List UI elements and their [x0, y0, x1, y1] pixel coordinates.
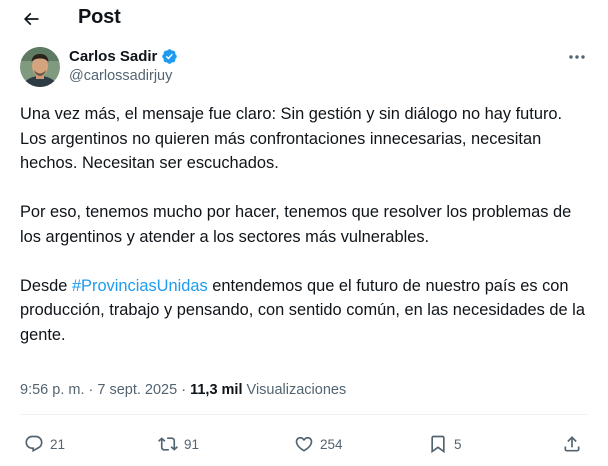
share-icon — [564, 436, 580, 452]
repost-count: 91 — [184, 436, 200, 452]
post-meta: 9:56 p. m. · 7 sept. 2025 · 11,3 mil Vis… — [20, 382, 346, 398]
like-count: 254 — [320, 436, 343, 452]
more-button[interactable] — [563, 46, 591, 68]
back-arrow-icon — [23, 12, 39, 26]
reply-button[interactable]: 21 — [24, 428, 65, 460]
meta-separator: · — [84, 382, 98, 398]
verified-badge-icon — [162, 49, 178, 64]
share-button[interactable] — [562, 428, 582, 460]
meta-separator: · — [177, 382, 191, 398]
tweet-text: Una vez más, el mensaje fue claro: Sin g… — [20, 102, 590, 347]
tweet-paragraph: Por eso, tenemos mucho por hacer, tenemo… — [20, 203, 572, 246]
bookmark-count: 5 — [454, 436, 462, 452]
top-bar: Post — [0, 0, 608, 38]
author-handle[interactable]: @carlossadirjuy — [69, 68, 172, 84]
tweet-text-segment: Desde — [20, 276, 72, 295]
like-button[interactable]: 254 — [294, 428, 343, 460]
like-icon — [295, 436, 313, 452]
reply-count: 21 — [50, 436, 66, 452]
author-name[interactable]: Carlos Sadir — [69, 48, 157, 65]
tweet-paragraph: Desde #ProvinciasUnidas entendemos que e… — [20, 274, 590, 348]
post-date[interactable]: 7 sept. 2025 — [97, 382, 177, 398]
back-button[interactable] — [14, 4, 48, 34]
reply-icon — [25, 435, 43, 453]
more-icon — [569, 55, 585, 59]
tweet-paragraph: Una vez más, el mensaje fue claro: Sin g… — [20, 105, 563, 123]
action-bar: 21 91 254 5 — [0, 428, 608, 460]
bookmark-icon — [431, 435, 445, 454]
post-time[interactable]: 9:56 p. m. — [20, 382, 84, 398]
avatar[interactable] — [20, 47, 60, 87]
author-name-row: Carlos Sadir — [69, 48, 178, 65]
bookmark-button[interactable]: 5 — [428, 428, 462, 460]
repost-button[interactable]: 91 — [158, 428, 199, 460]
hashtag-link[interactable]: #ProvinciasUnidas — [72, 277, 208, 295]
views-label: Visualizaciones — [246, 382, 347, 398]
page-title: Post — [78, 6, 121, 28]
repost-icon — [158, 437, 178, 451]
avatar-image — [20, 47, 60, 87]
divider — [20, 414, 588, 415]
views-count: 11,3 mil — [190, 382, 243, 398]
tweet-paragraph: Los argentinos no quieren más confrontac… — [20, 129, 542, 173]
